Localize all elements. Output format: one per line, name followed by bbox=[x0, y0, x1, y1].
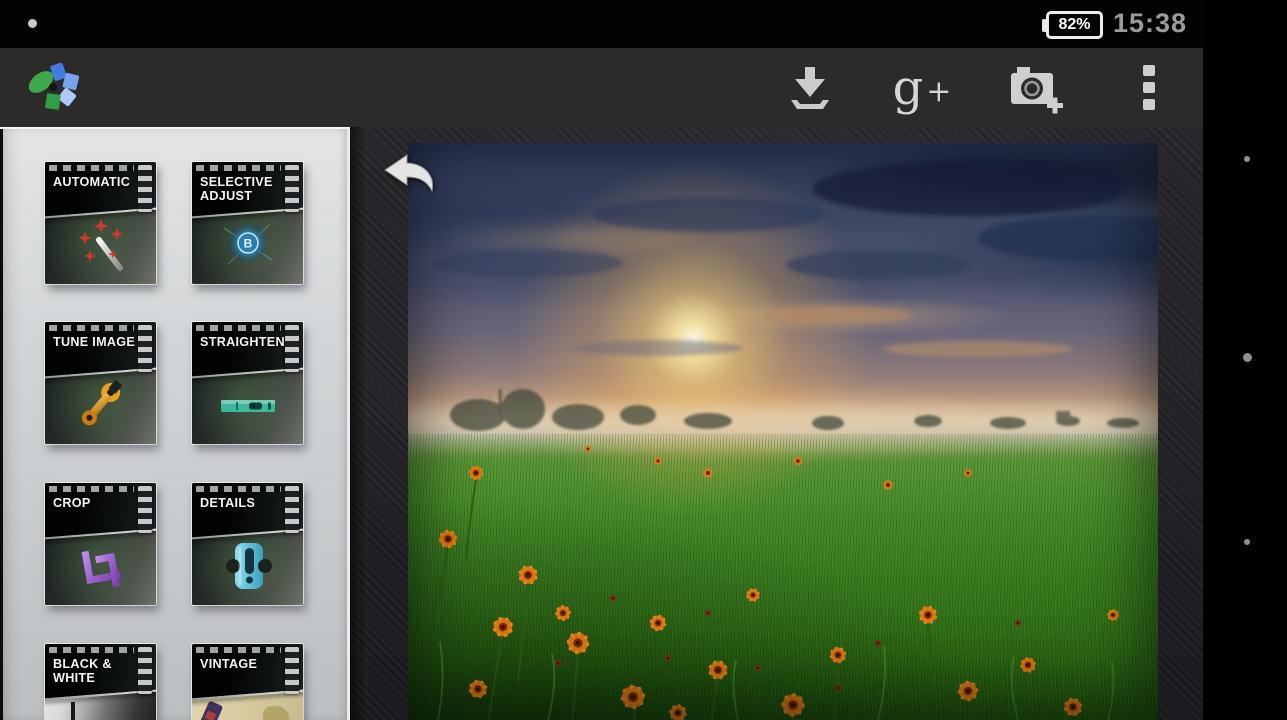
film-perforation bbox=[196, 647, 281, 653]
tile-tune-image[interactable]: TUNE IMAGE bbox=[45, 322, 156, 444]
photo-scene bbox=[433, 162, 1158, 720]
film-strip-icon bbox=[285, 647, 299, 694]
wrench-icon bbox=[81, 379, 122, 426]
film-strip-icon bbox=[285, 165, 299, 212]
tile-automatic[interactable]: AUTOMATIC bbox=[45, 162, 156, 284]
snapseed-app: 82% 15:38 g + AUTOMATIC B SELECTIVE ADJU… bbox=[0, 0, 1287, 720]
filter-sidebar: AUTOMATIC B SELECTIVE ADJUST TUNE IMAGE … bbox=[0, 127, 350, 720]
film-strip-icon bbox=[138, 486, 152, 533]
battery-percent: 82% bbox=[1046, 11, 1103, 39]
tile-black-and-white[interactable]: BLACK & WHITE bbox=[45, 644, 156, 720]
tile-label: VINTAGE bbox=[200, 656, 258, 671]
gplus-plus-glyph: + bbox=[926, 74, 952, 109]
open-photo-camera-button[interactable] bbox=[996, 48, 1072, 127]
snapseed-logo-icon bbox=[28, 62, 80, 110]
toolbar: g + bbox=[0, 48, 1203, 127]
film-strip-icon bbox=[285, 325, 299, 372]
share-google-plus-button[interactable]: g + bbox=[882, 48, 962, 127]
battery-indicator: 82% bbox=[1042, 11, 1103, 39]
pencil-sharpener-icon bbox=[225, 543, 272, 589]
film-strip-icon bbox=[138, 325, 152, 372]
overflow-menu-button[interactable] bbox=[1134, 48, 1164, 127]
overflow-square-icon bbox=[1143, 65, 1155, 76]
tile-vintage[interactable]: VINTAGE bbox=[192, 644, 303, 720]
tile-label: SELECTIVE ADJUST bbox=[200, 174, 273, 204]
tile-label: BLACK & WHITE bbox=[53, 656, 112, 686]
selective-b-badge: B bbox=[243, 237, 252, 251]
overflow-square-icon bbox=[1143, 99, 1155, 110]
film-perforation bbox=[196, 325, 281, 331]
overflow-square-icon bbox=[1143, 82, 1155, 93]
save-export-button[interactable] bbox=[778, 48, 842, 127]
tile-label: DETAILS bbox=[200, 495, 256, 510]
tile-details[interactable]: DETAILS bbox=[192, 483, 303, 605]
photo-preview[interactable] bbox=[408, 143, 1158, 720]
camera-add-icon bbox=[1011, 66, 1063, 113]
editor-canvas bbox=[350, 127, 1203, 720]
tile-crop[interactable]: CROP bbox=[45, 483, 156, 605]
film-strip-icon bbox=[285, 486, 299, 533]
film-perforation bbox=[196, 486, 281, 492]
tile-label: AUTOMATIC bbox=[53, 174, 131, 189]
film-perforation bbox=[49, 647, 134, 653]
notification-dot-icon bbox=[28, 19, 37, 28]
download-icon bbox=[791, 66, 829, 109]
tile-label: CROP bbox=[53, 495, 91, 510]
android-nav-bar bbox=[1203, 0, 1287, 720]
spirit-level-icon bbox=[220, 400, 275, 412]
film-perforation bbox=[196, 165, 281, 171]
tile-selective-adjust[interactable]: B SELECTIVE ADJUST bbox=[192, 162, 303, 284]
crop-icon bbox=[81, 550, 121, 588]
film-perforation bbox=[49, 165, 134, 171]
tile-label: STRAIGHTEN bbox=[200, 334, 285, 349]
selective-adjust-icon: B bbox=[223, 222, 272, 265]
magic-wand-icon bbox=[78, 219, 123, 271]
film-strip-icon bbox=[138, 165, 152, 212]
nav-dot-home[interactable] bbox=[1243, 353, 1252, 362]
tile-straighten[interactable]: STRAIGHTEN bbox=[192, 322, 303, 444]
back-arrow-button[interactable] bbox=[383, 153, 437, 193]
film-strip-icon bbox=[138, 647, 152, 694]
clock: 15:38 bbox=[1113, 8, 1188, 38]
film-perforation bbox=[49, 486, 134, 492]
film-perforation bbox=[49, 325, 134, 331]
gplus-g-glyph: g bbox=[892, 59, 924, 116]
nav-dot-back[interactable] bbox=[1244, 156, 1250, 162]
nav-dot-recents[interactable] bbox=[1244, 539, 1250, 545]
status-bar: 82% 15:38 bbox=[0, 0, 1287, 48]
tile-label: TUNE IMAGE bbox=[53, 334, 136, 349]
